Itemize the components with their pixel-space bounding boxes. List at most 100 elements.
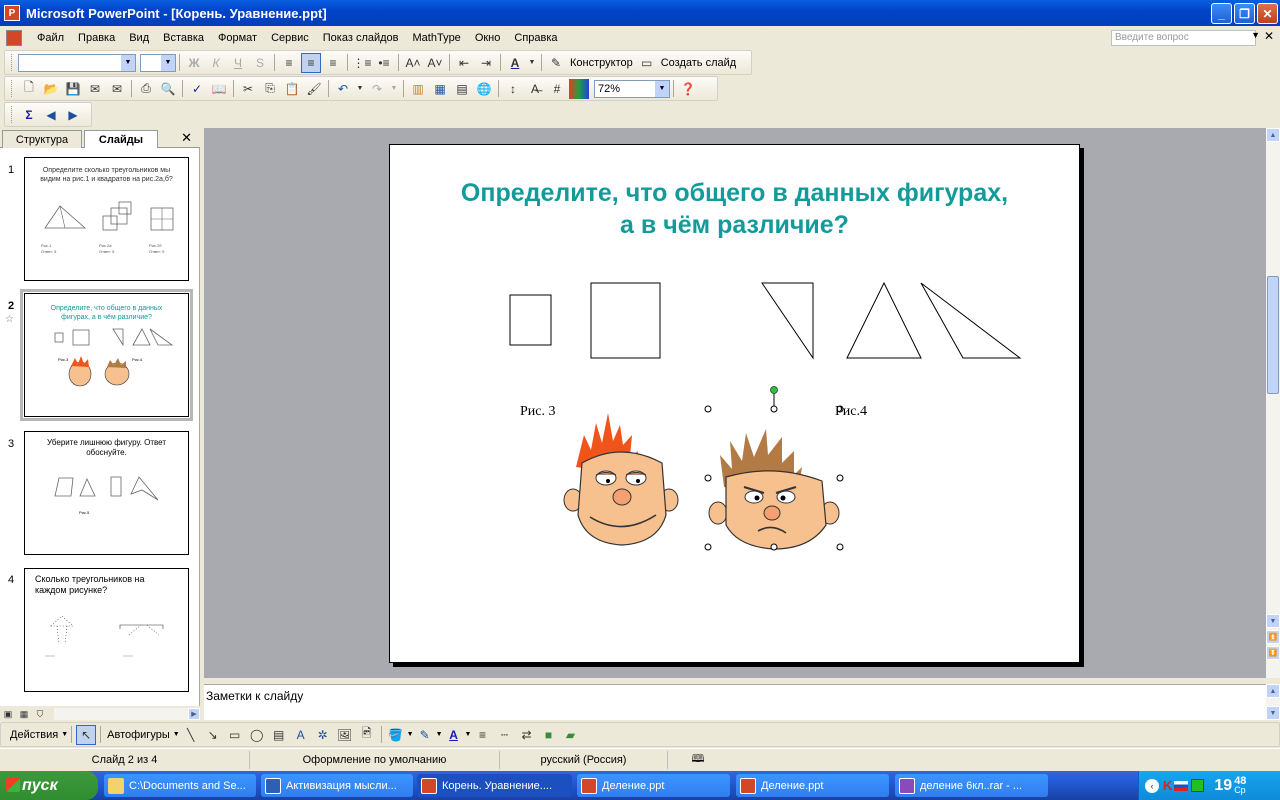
horizontal-scrollbar[interactable] — [54, 708, 188, 720]
oval-tool-icon[interactable]: ◯ — [247, 725, 267, 745]
scroll-thumb[interactable] — [1267, 276, 1279, 394]
task-button-winrar[interactable]: деление 6кл..rar - ... — [895, 774, 1048, 797]
decrease-font-icon[interactable]: A˅ — [425, 53, 445, 73]
menu-slideshow[interactable]: Показ слайдов — [316, 32, 406, 44]
next-slide-icon[interactable]: ⏬ — [1266, 646, 1280, 660]
table-icon[interactable]: ▦ — [430, 79, 450, 99]
cut-icon[interactable]: ✂ — [238, 79, 258, 99]
scroll-down-icon[interactable]: ▼ — [1266, 614, 1280, 628]
research-icon[interactable]: 📖 — [209, 79, 229, 99]
spelling-icon[interactable]: ✓ — [187, 79, 207, 99]
textbox-icon[interactable]: ▤ — [269, 725, 289, 745]
new-slide-button[interactable]: Создать слайд — [661, 57, 736, 69]
color-grayscale-icon[interactable] — [569, 78, 589, 99]
expand-all-icon[interactable]: ↕ — [503, 79, 523, 99]
chevron-down-icon[interactable]: ▼ — [121, 54, 135, 71]
print-preview-icon[interactable]: 🔍 — [158, 79, 178, 99]
rectangle-tool-icon[interactable]: ▭ — [225, 725, 245, 745]
obtuse-triangle[interactable] — [920, 282, 1022, 359]
previous-slide-icon[interactable]: ⏫ — [1266, 630, 1280, 644]
sigma-icon[interactable]: Σ — [19, 105, 39, 125]
align-right-icon[interactable]: ≡ — [323, 53, 343, 73]
close-document-icon[interactable]: ✕ — [1264, 29, 1274, 43]
email-icon[interactable]: ✉ — [107, 79, 127, 99]
close-pane-icon[interactable]: ✕ — [181, 130, 192, 146]
clock-detail[interactable]: 48 Ср — [1234, 775, 1246, 795]
new-slide-icon[interactable]: ▭ — [637, 53, 657, 73]
chevron-down-icon[interactable]: ▼ — [436, 731, 443, 738]
select-pointer-icon[interactable]: ↖ — [76, 724, 97, 745]
clipart-icon[interactable]: 🖼 — [335, 725, 355, 745]
redo-icon[interactable]: ↷ — [367, 79, 387, 99]
scroll-up-icon[interactable]: ▲ — [1266, 684, 1280, 698]
help-icon[interactable]: ❓ — [678, 79, 698, 99]
caption-fig4[interactable]: Рис.4 — [835, 404, 867, 420]
kaspersky-icon[interactable]: K — [1163, 778, 1172, 793]
zoom-combo[interactable]: 72% ▼ — [594, 79, 670, 98]
show-hidden-icons[interactable]: ‹ — [1145, 778, 1159, 793]
undo-icon[interactable]: ↶ — [333, 79, 353, 99]
menu-view[interactable]: Вид — [122, 32, 156, 44]
toolbar-grip[interactable] — [11, 54, 14, 71]
italic-icon[interactable]: К — [206, 53, 226, 73]
menu-window[interactable]: Окно — [468, 32, 508, 44]
scroll-right-icon[interactable]: ▶ — [188, 708, 200, 720]
wordart-icon[interactable]: A — [291, 725, 311, 745]
numbering-icon[interactable]: ⋮≡ — [352, 53, 372, 73]
chevron-down-icon[interactable]: ▼ — [355, 79, 365, 99]
powerpoint-icon[interactable]: P — [4, 5, 20, 21]
notes-scrollbar[interactable]: ▲ ▼ — [1266, 684, 1280, 720]
isosceles-triangle[interactable] — [846, 281, 922, 359]
paste-icon[interactable]: 📋 — [282, 79, 302, 99]
diagram-icon[interactable]: ✲ — [313, 725, 333, 745]
cartoon-face-smiling[interactable] — [563, 413, 679, 546]
slideshow-view-icon[interactable]: ⛉ — [33, 707, 47, 721]
scroll-down-icon[interactable]: ▼ — [1266, 706, 1280, 720]
right-triangle[interactable] — [761, 282, 814, 360]
clock-hours[interactable]: 19 — [1214, 777, 1232, 795]
language-flag-icon[interactable] — [1174, 780, 1189, 791]
toolbar-grip[interactable] — [11, 106, 14, 123]
slide-thumbnail-3[interactable]: Уберите лишнюю фигуру. Ответ обоснуйте. … — [24, 431, 189, 555]
align-left-icon[interactable]: ≡ — [279, 53, 299, 73]
cartoon-face-angry[interactable] — [708, 429, 840, 550]
designer-icon[interactable]: ✎ — [546, 53, 566, 73]
small-rectangle[interactable] — [509, 294, 552, 346]
arrow-tool-icon[interactable]: ↘ — [203, 725, 223, 745]
notes-pane[interactable]: Заметки к слайду — [204, 684, 1266, 720]
arrow-right-icon[interactable]: ▶ — [63, 105, 83, 125]
maximize-button[interactable]: ❐ — [1234, 3, 1255, 24]
autoshapes-menu[interactable]: Автофигуры — [107, 729, 170, 741]
toolbar-grip[interactable] — [11, 80, 14, 97]
decrease-indent-icon[interactable]: ⇤ — [454, 53, 474, 73]
large-rectangle[interactable] — [590, 282, 661, 359]
menu-help[interactable]: Справка — [507, 32, 564, 44]
line-style-icon[interactable]: ≡ — [472, 725, 492, 745]
font-color-icon[interactable]: A — [505, 53, 525, 73]
print-icon[interactable]: ⎙ — [136, 79, 156, 99]
line-color-icon[interactable]: ✎ — [415, 725, 435, 745]
increase-font-icon[interactable]: A˄ — [403, 53, 423, 73]
menu-edit[interactable]: Правка — [71, 32, 122, 44]
picture-icon[interactable]: 🖻 — [357, 725, 377, 745]
task-button-powerpoint-active[interactable]: Корень. Уравнение.... — [417, 774, 572, 797]
copy-icon[interactable]: ⎘ — [260, 79, 280, 99]
ask-dropdown-icon[interactable]: ▼ — [1251, 30, 1260, 40]
minimize-button[interactable]: _ — [1211, 3, 1232, 24]
slide-thumbnail-4[interactable]: Сколько треугольников на каждом рисунке? — [24, 568, 189, 692]
underline-icon[interactable]: Ч — [228, 53, 248, 73]
chevron-down-icon[interactable]: ▼ — [465, 731, 472, 738]
task-button-explorer[interactable]: C:\Documents and Se... — [104, 774, 256, 797]
slide-thumbnail-1[interactable]: Определите сколько треугольников мы види… — [24, 157, 189, 281]
shadow-icon[interactable]: S — [250, 53, 270, 73]
font-size-combo[interactable]: ▼ — [140, 53, 176, 72]
hyperlink-icon[interactable]: 🌐 — [474, 79, 494, 99]
menu-format[interactable]: Формат — [211, 32, 264, 44]
bold-icon[interactable]: Ж — [184, 53, 204, 73]
menu-tools[interactable]: Сервис — [264, 32, 316, 44]
tab-slides[interactable]: Слайды — [84, 130, 158, 148]
arrow-style-icon[interactable]: ⇄ — [516, 725, 536, 745]
close-button[interactable]: ✕ — [1257, 3, 1278, 24]
task-button-word[interactable]: Активизация мысли... — [261, 774, 413, 797]
chevron-down-icon[interactable]: ▼ — [173, 731, 180, 738]
